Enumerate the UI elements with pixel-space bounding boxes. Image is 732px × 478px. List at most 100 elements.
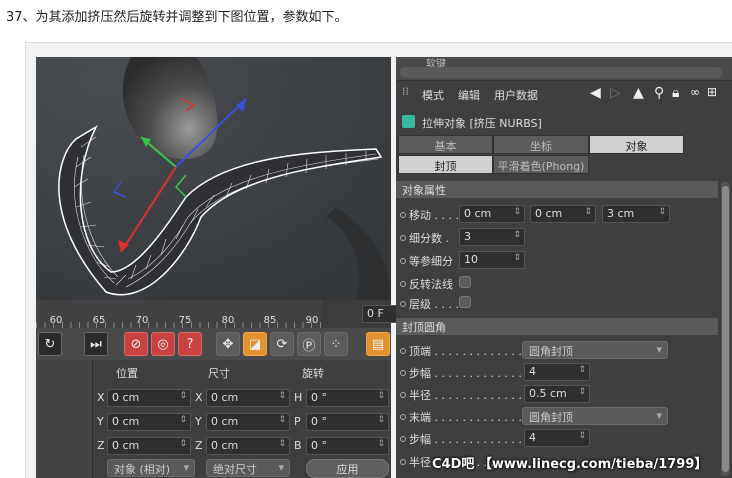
prop-subdiv-label: 细分数 .: [400, 230, 449, 246]
pos-z-field[interactable]: 0 cm: [107, 437, 191, 455]
vertical-scrollbar[interactable]: [721, 182, 730, 476]
transport-toolbar: ↻ ⏭ ⊘ ◎ ? ✥ ◪ ⟳ Ⓟ ⁘ ▤: [36, 328, 391, 360]
attribute-manager: 软键 ⁞⁞ 模式 编辑 用户数据 ◀ ▷ ▲ ⚲ 🔒︎ ∞ ⊞ 拉伸对象 [挤压…: [396, 57, 732, 478]
back-arrow-icon[interactable]: ◀: [590, 85, 601, 101]
autokey-icon[interactable]: ◎: [151, 332, 175, 356]
move-z-field[interactable]: 3 cm: [602, 205, 670, 223]
prop-label-text: 末端 . . . . . . . . . . . . .: [409, 411, 522, 424]
anim-dot-icon[interactable]: [400, 301, 406, 307]
pos-axis-x: X: [97, 391, 105, 404]
lock-icon[interactable]: 🔒︎: [672, 85, 679, 101]
help-icon[interactable]: ?: [178, 332, 202, 356]
apply-button[interactable]: 应用: [306, 459, 389, 478]
size-axis-x: X: [195, 391, 203, 404]
move-x-field[interactable]: 0 cm: [459, 205, 525, 223]
tab-basic[interactable]: 基本: [398, 135, 493, 154]
hierarchical-checkbox[interactable]: [459, 296, 471, 308]
object-header: 拉伸对象 [挤压 NURBS]: [396, 111, 732, 133]
menu-user-data[interactable]: 用户数据: [494, 87, 538, 103]
menu-mode[interactable]: 模式: [422, 87, 444, 103]
caps-end-dropdown[interactable]: 圆角封顶: [522, 407, 668, 425]
prop-label-text: 等参细分: [409, 255, 453, 268]
caps-end-label: 末端 . . . . . . . . . . . . .: [400, 409, 522, 425]
rotate-tool-icon[interactable]: ⟳: [270, 332, 294, 356]
anim-dot-icon[interactable]: [400, 414, 406, 420]
tab-object[interactable]: 对象: [589, 135, 684, 154]
section-caps-fillets[interactable]: 封顶圆角: [396, 318, 718, 335]
anim-dot-icon[interactable]: [400, 212, 406, 218]
rot-p-field[interactable]: 0 °: [306, 413, 389, 431]
tab-phong[interactable]: 平滑着色(Phong): [493, 155, 589, 174]
viewport-3d[interactable]: [36, 57, 391, 300]
attr-menubar: ⁞⁞ 模式 编辑 用户数据 ◀ ▷ ▲ ⚲ 🔒︎ ∞ ⊞: [396, 83, 732, 107]
caps-radius1-field[interactable]: 0.5 cm: [524, 385, 590, 403]
pos-x-field[interactable]: 0 cm: [107, 389, 191, 407]
caps-start-dropdown[interactable]: 圆角封顶: [522, 341, 668, 359]
tab-caps[interactable]: 封顶: [398, 155, 493, 174]
anim-dot-icon[interactable]: [400, 370, 406, 376]
menu-edit[interactable]: 编辑: [458, 87, 480, 103]
section-object-properties[interactable]: 对象属性: [396, 181, 718, 198]
rot-axis-h: H: [294, 391, 303, 404]
flip-normals-checkbox[interactable]: [459, 276, 471, 288]
prop-move-label: 移动 . . . .: [400, 207, 459, 223]
watermark-text: C4D吧 【www.linecg.com/tieba/1799】: [432, 457, 708, 472]
size-x-field[interactable]: 0 cm: [206, 389, 290, 407]
horizontal-scrollbar[interactable]: [400, 67, 722, 78]
coord-left-pane: [36, 360, 93, 478]
tab-coord[interactable]: 坐标: [493, 135, 589, 154]
timeline-ruler[interactable]: 60 65 70 75 80 85 90: [36, 300, 322, 328]
attr-top-strip: 软键: [396, 57, 732, 81]
film-strip-icon[interactable]: ▤: [366, 332, 390, 356]
anim-dot-icon[interactable]: [400, 459, 406, 465]
prop-label-text: 移动 . . . .: [409, 209, 459, 222]
grid-dots-icon[interactable]: ⁘: [324, 332, 348, 356]
rot-axis-b: B: [294, 439, 302, 452]
prop-label-text: 步幅 . . . . . . . . . . . . .: [409, 433, 522, 446]
size-axis-z: Z: [195, 439, 203, 452]
anim-dot-icon[interactable]: [400, 392, 406, 398]
anim-dot-icon[interactable]: [400, 258, 406, 264]
param-tool-icon[interactable]: Ⓟ: [297, 332, 321, 356]
up-arrow-icon[interactable]: ▲: [633, 85, 644, 101]
new-panel-icon[interactable]: ⊞: [707, 85, 717, 99]
loop-icon[interactable]: ↻: [38, 332, 62, 356]
caps-radius1-label: 半径 . . . . . . . . . . . . .: [400, 387, 522, 403]
caps-steps1-field[interactable]: 4: [524, 363, 590, 381]
record-keyframe-icon[interactable]: ⊘: [124, 332, 148, 356]
doc-title: 37、为其添加挤压然后旋转并调整到下图位置，参数如下。: [6, 10, 348, 25]
coord-mode-dropdown[interactable]: 对象 (相对): [107, 459, 195, 477]
size-axis-y: Y: [195, 415, 202, 428]
goto-end-icon[interactable]: ⏭: [84, 332, 108, 356]
scrollbar-thumb[interactable]: [722, 186, 729, 472]
move-tool-icon[interactable]: ✥: [216, 332, 240, 356]
coord-header-rotation: 旋转: [302, 367, 324, 380]
pos-axis-y: Y: [97, 415, 104, 428]
coord-header-size: 尺寸: [208, 367, 230, 380]
size-z-field[interactable]: 0 cm: [206, 437, 290, 455]
search-icon[interactable]: ⚲: [654, 85, 664, 101]
object-title: 拉伸对象 [挤压 NURBS]: [422, 117, 542, 130]
caps-steps1-label: 步幅 . . . . . . . . . . . . .: [400, 365, 522, 381]
viewport-render: [36, 57, 391, 300]
size-mode-dropdown[interactable]: 绝对尺寸: [206, 459, 290, 477]
link-icon[interactable]: ∞: [690, 85, 700, 99]
prop-flip-label: 反转法线: [400, 276, 453, 292]
rot-h-field[interactable]: 0 °: [306, 389, 389, 407]
anim-dot-icon[interactable]: [400, 281, 406, 287]
size-y-field[interactable]: 0 cm: [206, 413, 290, 431]
scale-tool-icon[interactable]: ◪: [243, 332, 267, 356]
anim-dot-icon[interactable]: [400, 436, 406, 442]
forward-arrow-icon[interactable]: ▷: [610, 85, 621, 101]
rot-b-field[interactable]: 0 °: [306, 437, 389, 455]
move-y-field[interactable]: 0 cm: [530, 205, 596, 223]
pos-y-field[interactable]: 0 cm: [107, 413, 191, 431]
subdiv-field[interactable]: 3: [459, 228, 525, 246]
drag-grip-icon[interactable]: ⁞⁞: [402, 85, 409, 98]
timeline[interactable]: 60 65 70 75 80 85 90 0 F: [36, 300, 424, 328]
iso-subdiv-field[interactable]: 10: [459, 251, 525, 269]
anim-dot-icon[interactable]: [400, 235, 406, 241]
caps-steps2-field[interactable]: 4: [524, 429, 590, 447]
anim-dot-icon[interactable]: [400, 348, 406, 354]
caps-start-label: 顶端 . . . . . . . . . . . . .: [400, 343, 522, 359]
